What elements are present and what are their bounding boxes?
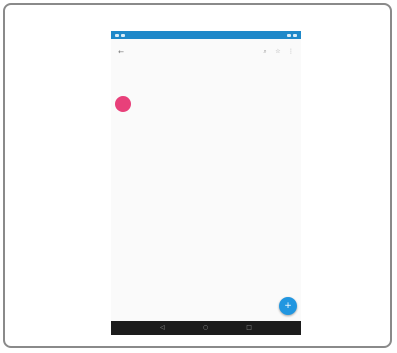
add-icon: +	[284, 301, 292, 311]
status-right-icons	[285, 33, 297, 37]
star-icon[interactable]: ☆	[274, 48, 282, 56]
toolbar-actions: ⌕ ☆ ⋮	[261, 48, 295, 56]
avatar	[115, 96, 131, 112]
nav-recents-icon[interactable]: □	[246, 321, 252, 335]
more-icon[interactable]: ⋮	[287, 48, 295, 56]
nav-home-icon[interactable]: ○	[203, 321, 208, 335]
battery-icon	[293, 33, 297, 37]
notification-icon	[115, 33, 119, 37]
back-arrow-icon[interactable]: ←	[117, 48, 125, 56]
phone-screen: ← ⌕ ☆ ⋮ + ◁ ○ □	[111, 31, 301, 335]
wifi-icon	[287, 33, 291, 37]
notification-icon	[121, 33, 125, 37]
app-toolbar: ← ⌕ ☆ ⋮	[111, 39, 301, 65]
navigation-bar: ◁ ○ □	[111, 321, 301, 335]
add-button[interactable]: +	[279, 297, 297, 315]
status-left-icons	[115, 33, 127, 37]
nav-back-icon[interactable]: ◁	[160, 321, 165, 335]
list-item[interactable]	[115, 95, 297, 113]
search-icon[interactable]: ⌕	[261, 48, 269, 56]
screenshot-frame: ← ⌕ ☆ ⋮ + ◁ ○ □	[3, 3, 392, 348]
account-row	[111, 65, 301, 79]
status-bar	[111, 31, 301, 39]
